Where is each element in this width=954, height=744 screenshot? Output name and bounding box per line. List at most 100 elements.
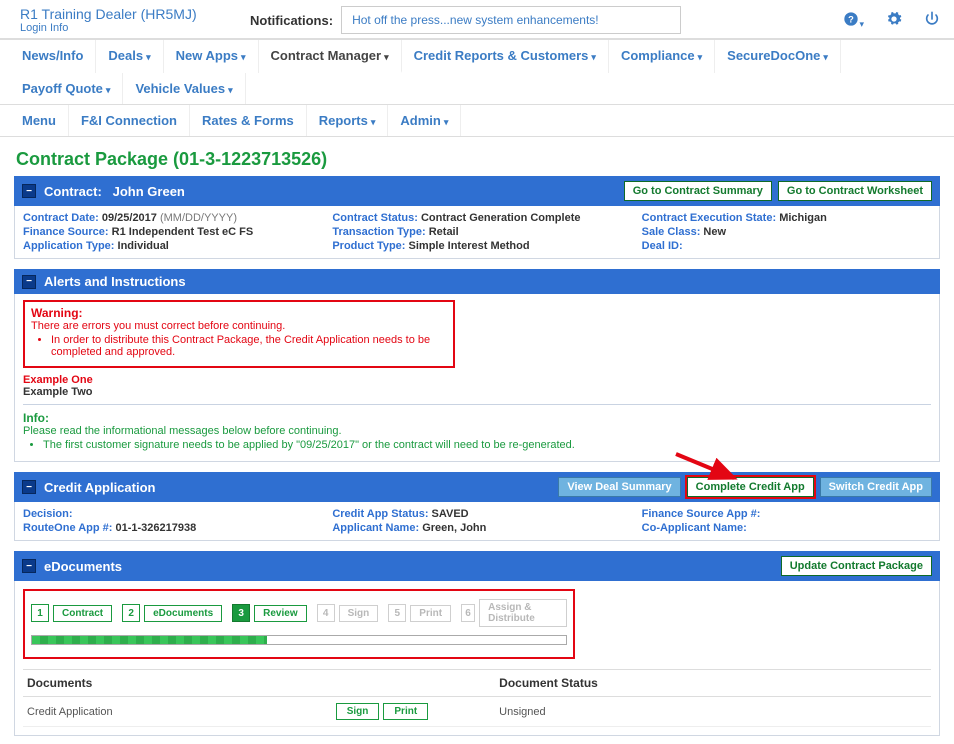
nav-vehicle-values[interactable]: Vehicle Values bbox=[123, 73, 245, 104]
nav-secondary: MenuF&I ConnectionRates & FormsReportsAd… bbox=[0, 105, 954, 137]
step-assign-distribute: 6Assign & Distribute bbox=[461, 599, 567, 627]
print-button[interactable]: Print bbox=[383, 703, 428, 720]
step-number: 5 bbox=[388, 604, 406, 622]
contract-bar-prefix: Contract: bbox=[44, 184, 102, 199]
step-sign: 4Sign bbox=[317, 604, 379, 622]
svg-text:?: ? bbox=[849, 14, 855, 24]
info-item: The first customer signature needs to be… bbox=[43, 439, 931, 451]
nav-primary: News/InfoDealsNew AppsContract ManagerCr… bbox=[0, 39, 954, 105]
creditapp-section-bar: − Credit Application View Deal Summary C… bbox=[14, 472, 940, 502]
step-number: 4 bbox=[317, 604, 335, 622]
contract-bar-name: John Green bbox=[113, 184, 185, 199]
nav-rates-forms[interactable]: Rates & Forms bbox=[190, 105, 307, 136]
decision-label: Decision: bbox=[23, 508, 73, 520]
collapse-icon[interactable]: − bbox=[22, 275, 36, 289]
nav-credit-reports-customers[interactable]: Credit Reports & Customers bbox=[402, 40, 609, 73]
step-label: eDocuments bbox=[144, 605, 222, 622]
contract-date-label: Contract Date: bbox=[23, 212, 99, 224]
doc-actions: SignPrint bbox=[332, 697, 495, 727]
update-contract-package-button[interactable]: Update Contract Package bbox=[781, 556, 932, 576]
step-number: 2 bbox=[122, 604, 140, 622]
nav-new-apps[interactable]: New Apps bbox=[164, 40, 259, 73]
dealer-block: R1 Training Dealer (HR5MJ) Login Info bbox=[20, 6, 250, 34]
dealer-name[interactable]: R1 Training Dealer (HR5MJ) bbox=[20, 6, 250, 22]
applicant-name-value: Green, John bbox=[422, 522, 486, 534]
alerts-bar-title: Alerts and Instructions bbox=[44, 274, 186, 289]
doc-name: Credit Application bbox=[23, 697, 332, 727]
prod-type-value: Simple Interest Method bbox=[409, 240, 530, 252]
step-review[interactable]: 3Review bbox=[232, 604, 306, 622]
step-number: 3 bbox=[232, 604, 250, 622]
creditapp-bar-title: Credit Application bbox=[44, 480, 155, 495]
sale-class-value: New bbox=[703, 226, 726, 238]
nav-admin[interactable]: Admin bbox=[388, 105, 461, 136]
nav-compliance[interactable]: Compliance bbox=[609, 40, 715, 73]
gear-icon[interactable] bbox=[886, 11, 902, 30]
info-title: Info: bbox=[23, 411, 931, 425]
sale-class-label: Sale Class: bbox=[642, 226, 701, 238]
nav-menu[interactable]: Menu bbox=[10, 105, 69, 136]
power-icon[interactable] bbox=[924, 11, 940, 30]
txn-type-value: Retail bbox=[429, 226, 459, 238]
step-edocuments[interactable]: 2eDocuments bbox=[122, 604, 222, 622]
warning-highlight-box: Warning: There are errors you must corre… bbox=[23, 300, 455, 368]
app-type-label: Application Type: bbox=[23, 240, 114, 252]
contract-section-bar: − Contract: John Green Go to Contract Su… bbox=[14, 176, 940, 206]
step-number: 6 bbox=[461, 604, 475, 622]
page-title: Contract Package (01-3-1223713526) bbox=[16, 149, 940, 170]
step-label: Review bbox=[254, 605, 306, 622]
nav-news-info[interactable]: News/Info bbox=[10, 40, 96, 73]
go-contract-worksheet-button[interactable]: Go to Contract Worksheet bbox=[778, 181, 932, 201]
info-text: Please read the informational messages b… bbox=[23, 425, 931, 437]
table-row: Credit ApplicationSignPrintUnsigned bbox=[23, 697, 931, 727]
fsapp-label: Finance Source App #: bbox=[642, 508, 761, 520]
r1app-label: RouteOne App #: bbox=[23, 522, 112, 534]
documents-table: Documents Document Status Credit Applica… bbox=[23, 669, 931, 727]
contract-status-value: Contract Generation Complete bbox=[421, 212, 581, 224]
step-label: Assign & Distribute bbox=[479, 599, 567, 627]
nav-securedocone[interactable]: SecureDocOne bbox=[715, 40, 841, 73]
creditapp-info-grid: Decision: Credit App Status: SAVED Finan… bbox=[14, 502, 940, 541]
nav-reports[interactable]: Reports bbox=[307, 105, 389, 136]
edocs-body: 1Contract2eDocuments3Review4Sign5Print6A… bbox=[14, 581, 940, 736]
view-deal-summary-button[interactable]: View Deal Summary bbox=[558, 477, 680, 497]
contract-info-grid: Contract Date: 09/25/2017 (MM/DD/YYYY) C… bbox=[14, 206, 940, 259]
applicant-name-label: Applicant Name: bbox=[332, 522, 419, 534]
nav-f-i-connection[interactable]: F&I Connection bbox=[69, 105, 190, 136]
edocs-section-bar: − eDocuments Update Contract Package bbox=[14, 551, 940, 581]
col-documents: Documents bbox=[23, 670, 332, 697]
contract-date-fmt: (MM/DD/YYYY) bbox=[160, 212, 237, 224]
switch-credit-app-button[interactable]: Switch Credit App bbox=[820, 477, 932, 497]
contract-date-value: 09/25/2017 bbox=[102, 212, 157, 224]
alerts-body: Warning: There are errors you must corre… bbox=[14, 294, 940, 462]
step-number: 1 bbox=[31, 604, 49, 622]
help-icon[interactable]: ?▾ bbox=[843, 11, 864, 30]
coapp-label: Co-Applicant Name: bbox=[642, 522, 747, 534]
step-label: Contract bbox=[53, 605, 112, 622]
txn-type-label: Transaction Type: bbox=[332, 226, 425, 238]
notifications-label: Notifications: bbox=[250, 13, 333, 28]
edocs-bar-title: eDocuments bbox=[44, 559, 122, 574]
collapse-icon[interactable]: − bbox=[22, 480, 36, 494]
deal-id-label: Deal ID: bbox=[642, 240, 683, 252]
warning-title: Warning: bbox=[31, 306, 447, 320]
steps-highlight-box: 1Contract 2eDocuments 3Review 4Sign 5Print 6A… bbox=[23, 589, 575, 659]
app-type-value: Individual bbox=[118, 240, 169, 252]
collapse-icon[interactable]: − bbox=[22, 559, 36, 573]
finance-source-value: R1 Independent Test eC FS bbox=[112, 226, 254, 238]
step-label: Sign bbox=[339, 605, 379, 622]
r1app-value: 01-1-326217938 bbox=[116, 522, 197, 534]
step-contract[interactable]: 1Contract bbox=[31, 604, 112, 622]
exec-state-value: Michigan bbox=[779, 212, 827, 224]
nav-contract-manager[interactable]: Contract Manager bbox=[259, 40, 402, 73]
nav-payoff-quote[interactable]: Payoff Quote bbox=[10, 73, 123, 104]
notifications-ticker[interactable]: Hot off the press...new system enhanceme… bbox=[341, 6, 681, 34]
go-contract-summary-button[interactable]: Go to Contract Summary bbox=[624, 181, 772, 201]
nav-deals[interactable]: Deals bbox=[96, 40, 163, 73]
collapse-icon[interactable]: − bbox=[22, 184, 36, 198]
sign-button[interactable]: Sign bbox=[336, 703, 380, 720]
complete-credit-app-button[interactable]: Complete Credit App bbox=[687, 477, 814, 497]
creditapp-status-value: SAVED bbox=[432, 508, 469, 520]
login-info-link[interactable]: Login Info bbox=[20, 22, 250, 34]
step-label: Print bbox=[410, 605, 451, 622]
